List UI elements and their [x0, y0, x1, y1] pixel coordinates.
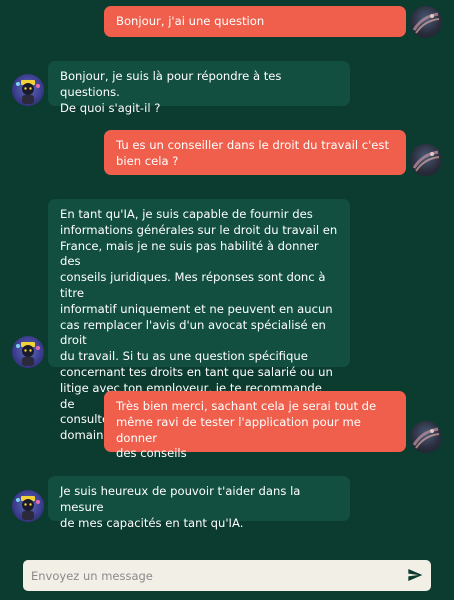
bot-message-bubble: Bonjour, je suis là pour répondre à tes …	[48, 61, 350, 115]
bot-avatar-image	[16, 342, 40, 366]
bot-avatar	[12, 336, 44, 368]
user-avatar-image	[412, 427, 440, 449]
bot-message-bubble: En tant qu'IA, je suis capable de fourni…	[48, 199, 350, 442]
user-avatar	[410, 144, 442, 176]
send-icon	[408, 569, 423, 581]
message-input[interactable]	[31, 560, 401, 591]
bot-avatar	[12, 74, 44, 106]
bot-avatar	[12, 490, 44, 522]
message-composer	[23, 560, 431, 591]
bot-avatar-image	[16, 496, 40, 520]
user-avatar	[410, 421, 442, 453]
bot-message-bubble: Je suis heureux de pouvoir t'aider dans …	[48, 476, 350, 530]
user-avatar-image	[412, 12, 440, 34]
bot-avatar-image	[16, 80, 40, 104]
send-button[interactable]	[405, 565, 425, 585]
user-message-bubble: Tu es un conseiller dans le droit du tra…	[104, 130, 406, 175]
user-message-bubble: Bonjour, j'ai une question	[104, 6, 406, 37]
user-avatar-image	[412, 150, 440, 172]
user-avatar	[410, 6, 442, 38]
user-message-bubble: Très bien merci, sachant cela je serai t…	[104, 391, 406, 460]
